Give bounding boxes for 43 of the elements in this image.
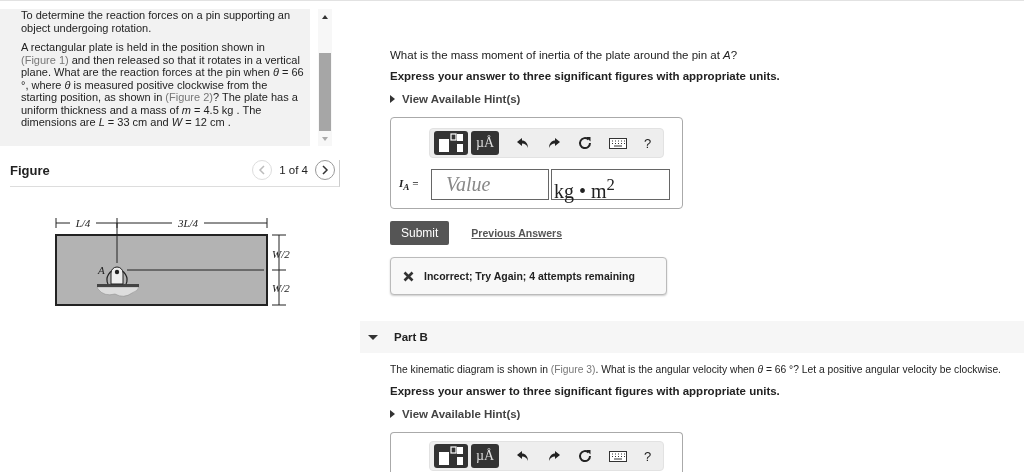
dimension-label: W/2 (272, 248, 290, 260)
point-label: A (98, 264, 105, 276)
pin-support-icon (96, 266, 140, 297)
question-text: The kinematic diagram is shown in (Figure 3). What is the angular velocity when θ = 66 °? Let a positive angular velocity be clockwise. (390, 363, 1002, 377)
redo-icon[interactable] (547, 450, 561, 462)
units-button[interactable]: µÅ (471, 444, 499, 468)
keyboard-icon[interactable] (609, 137, 627, 149)
reset-icon[interactable] (578, 449, 592, 463)
units-button[interactable]: µÅ (471, 131, 499, 155)
undo-icon[interactable] (516, 450, 530, 462)
reset-icon[interactable] (578, 136, 592, 150)
chevron-left-icon (258, 165, 267, 175)
help-button[interactable]: ? (644, 135, 652, 151)
value-field[interactable]: Value (431, 169, 549, 200)
keyboard-icon[interactable] (609, 450, 627, 462)
variable-label: I$_{A}$ = (399, 176, 420, 193)
instruction-text: Express your answer to three significant figures with appropriate units. (390, 385, 781, 397)
templates-button[interactable] (434, 444, 468, 468)
previous-answers-link[interactable]: Previous Answers (471, 227, 562, 239)
problem-text: A rectangular plate is held in the position shown in (Figure 1) and then released so that it rotates in a vertical plane. What are the reaction forces at the pin when θ = 66 °, where θ is measured positive clockwise from the starting position, as shown in (Figure 2)? The plate has a uniform thickness and a mass of m = 4.5 kg . The dimensions are L = 33 cm and W = 12 cm . (21, 41, 305, 129)
hints-toggle[interactable]: View Available Hint(s) (390, 93, 521, 105)
dimension-label: 3L/4 (177, 217, 199, 229)
scrollbar[interactable] (318, 9, 332, 146)
question-text: What is the mass moment of inertia of the plate around the pin at A? (390, 48, 739, 62)
part-header[interactable]: Part B (360, 321, 1024, 353)
feedback-text: Incorrect; Try Again; 4 attempts remaining (424, 270, 635, 282)
redo-icon[interactable] (547, 137, 561, 149)
figure-link[interactable]: (Figure 1) (21, 53, 69, 66)
figure-link[interactable]: (Figure 2) (165, 91, 213, 103)
undo-icon[interactable] (516, 137, 530, 149)
figure-title: Figure (10, 162, 50, 178)
problem-text: To determine the reaction forces on a pin supporting an object undergoing rotation. (21, 9, 292, 34)
instruction-text: Express your answer to three significant figures with appropriate units. (390, 70, 781, 82)
figure-counter: 1 of 4 (279, 164, 308, 176)
chevron-right-icon (321, 165, 329, 175)
templates-button[interactable] (434, 131, 468, 155)
next-figure-button[interactable] (315, 160, 335, 180)
submit-button[interactable]: Submit (390, 221, 450, 245)
close-icon (403, 270, 414, 282)
dimension-label: L/4 (75, 217, 91, 229)
dimension-label: W/2 (272, 282, 290, 294)
hints-toggle[interactable]: View Available Hint(s) (390, 408, 521, 420)
help-button[interactable]: ? (644, 448, 652, 464)
